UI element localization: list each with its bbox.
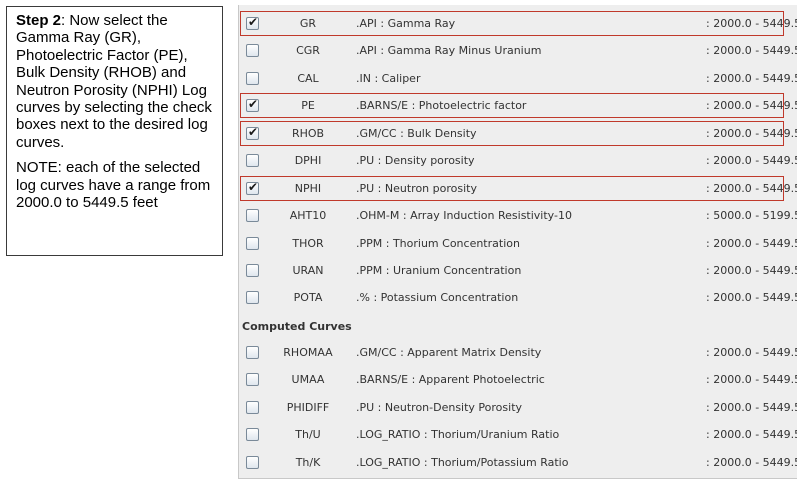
- curve-mnemonic: NPHI: [294, 182, 322, 195]
- curve-row-cal: CAL .IN : Caliper : 2000.0 - 5449.5: [239, 65, 797, 92]
- curve-checkbox[interactable]: [246, 237, 259, 250]
- curve-depth-range: : 2000.0 - 5449.5: [706, 44, 797, 57]
- curve-depth-range: : 2000.0 - 5449.5: [706, 291, 797, 304]
- curve-mnemonic: AHT10: [289, 209, 327, 222]
- curve-mnemonic: POTA: [293, 291, 323, 304]
- curve-row-th-k: Th/K .LOG_RATIO : Thorium/Potassium Ratio…: [239, 449, 797, 476]
- curve-depth-range: : 2000.0 - 5449.5: [706, 127, 797, 140]
- curve-depth-range: : 2000.0 - 5449.5: [706, 99, 797, 112]
- curve-description: .% : Potassium Concentration: [356, 291, 519, 304]
- curve-checkbox[interactable]: [246, 154, 259, 167]
- curve-row-th-u: Th/U .LOG_RATIO : Thorium/Uranium Ratio : …: [239, 421, 797, 448]
- curve-depth-range: : 2000.0 - 5449.5: [706, 72, 797, 85]
- curve-description: .BARNS/E : Photoelectric factor: [356, 99, 527, 112]
- step-text: : Now select the Gamma Ray (GR), Photoel…: [16, 12, 212, 151]
- curve-depth-range: : 2000.0 - 5449.5: [706, 237, 797, 250]
- curve-mnemonic: THOR: [292, 237, 324, 250]
- curve-checkbox[interactable]: ✔: [246, 125, 259, 140]
- curve-description: .GM/CC : Bulk Density: [356, 127, 477, 140]
- curve-description: .LOG_RATIO : Thorium/Uranium Ratio: [356, 428, 560, 441]
- curve-checkbox[interactable]: [246, 44, 259, 57]
- curve-depth-range: : 2000.0 - 5449.5: [706, 401, 797, 414]
- curve-checkbox[interactable]: ✔: [246, 180, 259, 195]
- curve-mnemonic: CGR: [296, 44, 320, 57]
- curve-checkbox[interactable]: [246, 428, 259, 441]
- curve-row-gr: ✔ GR .API : Gamma Ray : 2000.0 - 5449.5: [239, 10, 797, 37]
- curve-row-uran: URAN .PPM : Uranium Concentration : 2000.0…: [239, 257, 797, 284]
- curve-description: .IN : Caliper: [356, 72, 421, 85]
- curve-depth-range: : 2000.0 - 5449.5: [706, 264, 797, 277]
- curve-depth-range: : 2000.0 - 5449.5: [706, 456, 797, 469]
- curve-row-rhob: ✔ RHOB .GM/CC : Bulk Density : 2000.0 - 544…: [239, 120, 797, 147]
- curve-checkbox[interactable]: [246, 291, 259, 304]
- curve-checkbox[interactable]: [246, 401, 259, 414]
- curve-description: .BARNS/E : Apparent Photoelectric: [356, 373, 545, 386]
- curve-depth-range: : 2000.0 - 5449.5: [706, 182, 797, 195]
- curve-checkbox[interactable]: [246, 72, 259, 85]
- curve-description: .PPM : Uranium Concentration: [356, 264, 522, 277]
- curve-checkbox[interactable]: ✔: [246, 97, 259, 112]
- curve-checkbox[interactable]: [246, 373, 259, 386]
- curve-row-aht10: AHT10 .OHM-M : Array Induction Resistivit…: [239, 202, 797, 229]
- curve-description: .API : Gamma Ray: [356, 17, 456, 30]
- curve-description: .OHM-M : Array Induction Resistivity-10: [356, 209, 572, 222]
- curve-checkbox[interactable]: [246, 209, 259, 222]
- curve-checkbox[interactable]: [246, 456, 259, 469]
- curve-mnemonic: Th/K: [295, 456, 321, 469]
- curve-depth-range: : 5000.0 - 5199.5: [706, 209, 797, 222]
- checkmark-icon: ✔: [248, 180, 259, 194]
- curve-row-cgr: CGR .API : Gamma Ray Minus Uranium : 2000.…: [239, 37, 797, 64]
- note-text: NOTE: each of the selected log curves ha…: [16, 159, 211, 212]
- computed-curves-heading: Computed Curves: [242, 320, 352, 333]
- step-label: Step 2: [16, 12, 62, 29]
- checkmark-icon: ✔: [248, 125, 259, 139]
- curve-depth-range: : 2000.0 - 5449.5: [706, 17, 797, 30]
- curve-checkbox[interactable]: [246, 264, 259, 277]
- curve-depth-range: : 2000.0 - 5449.5: [706, 346, 797, 359]
- instruction-callout: Step 2: Now select the Gamma Ray (GR), P…: [6, 6, 223, 256]
- curve-description: .PU : Density porosity: [356, 154, 475, 167]
- curve-description: .GM/CC : Apparent Matrix Density: [356, 346, 542, 359]
- curve-mnemonic: GR: [299, 17, 317, 30]
- curve-mnemonic: URAN: [292, 264, 324, 277]
- curve-row-nphi: ✔ NPHI .PU : Neutron porosity : 2000.0 - 54…: [239, 175, 797, 202]
- curve-row-dphi: DPHI .PU : Density porosity : 2000.0 - 544…: [239, 147, 797, 174]
- curve-depth-range: : 2000.0 - 5449.5: [706, 154, 797, 167]
- curve-mnemonic: Th/U: [295, 428, 321, 441]
- checkmark-icon: ✔: [248, 15, 259, 29]
- curve-description: .LOG_RATIO : Thorium/Potassium Ratio: [356, 456, 569, 469]
- curve-checkbox[interactable]: [246, 346, 259, 359]
- curve-description: .PPM : Thorium Concentration: [356, 237, 520, 250]
- checkmark-icon: ✔: [248, 97, 259, 111]
- curve-description: .API : Gamma Ray Minus Uranium: [356, 44, 542, 57]
- curve-mnemonic: CAL: [297, 72, 319, 85]
- curve-description: .PU : Neutron-Density Porosity: [356, 401, 523, 414]
- curve-depth-range: : 2000.0 - 5449.5: [706, 373, 797, 386]
- curve-row-rhomaa: RHOMAA .GM/CC : Apparent Matrix Density : …: [239, 339, 797, 366]
- curve-mnemonic: PHIDIFF: [286, 401, 330, 414]
- curve-checkbox[interactable]: ✔: [246, 15, 259, 30]
- curve-mnemonic: DPHI: [294, 154, 322, 167]
- curve-row-thor: THOR .PPM : Thorium Concentration : 2000.0…: [239, 230, 797, 257]
- step-instruction: Step 2: Now select the Gamma Ray (GR), P…: [16, 12, 215, 151]
- curve-mnemonic: RHOMAA: [283, 346, 333, 359]
- curve-row-phidiff: PHIDIFF .PU : Neutron-Density Porosity : 2…: [239, 394, 797, 421]
- curve-depth-range: : 2000.0 - 5449.5: [706, 428, 797, 441]
- log-curves-panel: ✔ GR .API : Gamma Ray : 2000.0 - 5449.5 CGR.…: [238, 5, 797, 479]
- curve-description: .PU : Neutron porosity: [356, 182, 477, 195]
- curve-row-pe: ✔ PE .BARNS/E : Photoelectric factor : 2000…: [239, 92, 797, 119]
- curve-row-umaa: UMAA .BARNS/E : Apparent Photoelectric : 2…: [239, 366, 797, 393]
- curve-mnemonic: UMAA: [291, 373, 325, 386]
- curve-mnemonic: PE: [301, 99, 315, 112]
- curve-row-pota: POTA .% : Potassium Concentration : 2000.0…: [239, 284, 797, 311]
- curve-mnemonic: RHOB: [291, 127, 325, 140]
